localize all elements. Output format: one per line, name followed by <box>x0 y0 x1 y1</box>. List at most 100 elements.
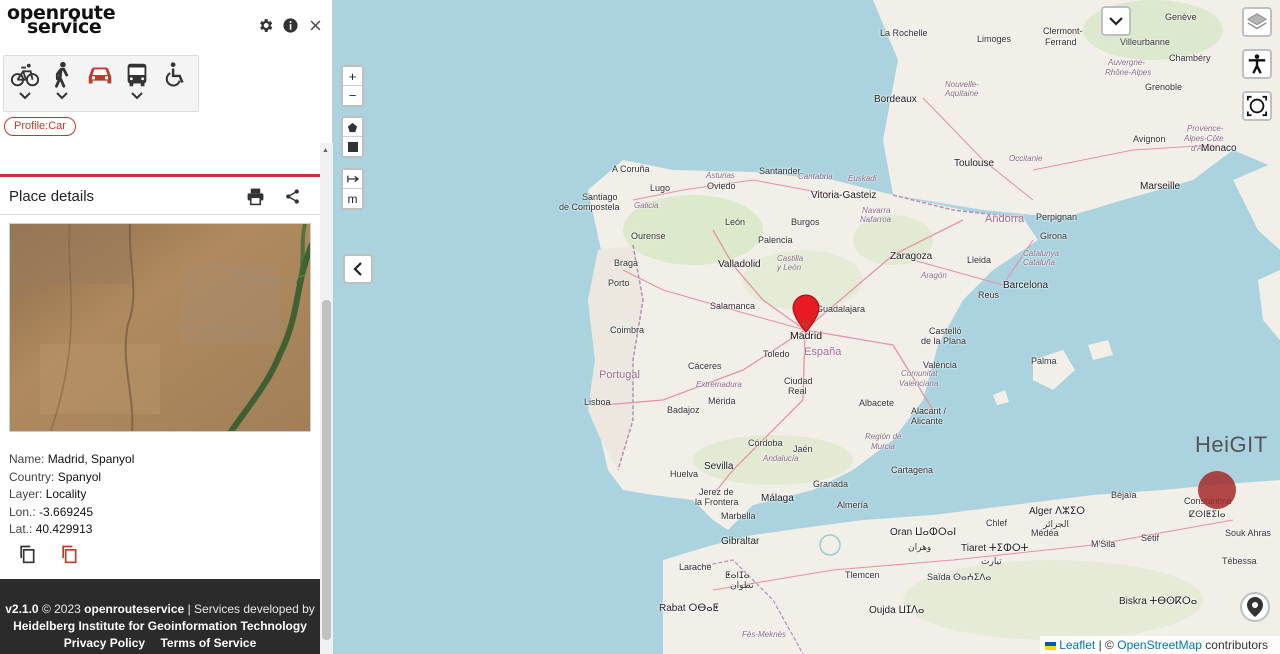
map-label: Santander <box>759 166 801 176</box>
map-label: Cartagena <box>891 465 934 475</box>
map-label: Cantabria <box>798 172 833 181</box>
privacy-link[interactable]: Privacy Policy <box>64 636 145 650</box>
app-logo[interactable]: openroute service <box>7 4 116 37</box>
map-label: Palencia <box>758 235 793 245</box>
map-label: Médéa <box>1031 528 1059 538</box>
map-label: Albacete <box>859 398 895 408</box>
print-icon[interactable] <box>246 187 265 206</box>
profile-wheelchair[interactable] <box>158 60 192 110</box>
map-label: Murcia <box>871 442 896 451</box>
osm-copyright: © <box>1105 638 1114 652</box>
map-label: Huelva <box>670 469 699 479</box>
map-label: Bordeaux <box>874 94 917 105</box>
profile-walk[interactable] <box>45 60 79 110</box>
fullscreen-button[interactable] <box>1242 91 1272 121</box>
map-label: La Rochelle <box>880 28 928 38</box>
map-label: Andorra <box>985 213 1025 225</box>
map-label: Rhône-Alpes <box>1105 68 1152 77</box>
measure-button[interactable] <box>343 170 362 189</box>
map-label: Jerez de <box>699 487 734 497</box>
layers-icon <box>1246 13 1268 30</box>
osm-contributors: contributors <box>1205 638 1268 652</box>
profile-chip[interactable]: Profile:Car <box>4 117 76 136</box>
map-label: Marseille <box>1140 181 1181 192</box>
zoom-out-button[interactable]: − <box>343 86 362 105</box>
map-label: Larache <box>679 562 712 572</box>
location-pin-icon <box>1247 597 1263 617</box>
map-label: Toledo <box>763 349 790 359</box>
satellite-image <box>9 223 311 432</box>
expand-panel-button[interactable] <box>1101 6 1131 36</box>
osm-link[interactable]: OpenStreetMap <box>1117 638 1202 652</box>
accessibility-icon <box>1248 54 1266 74</box>
pedestrian-icon <box>54 61 69 88</box>
gear-icon[interactable] <box>257 17 274 34</box>
map-label: Portugal <box>599 369 640 381</box>
footer-row-2: Heidelberg Institute for Geoinformation … <box>0 618 320 635</box>
map[interactable]: Genève La Rochelle Limoges Clermont- Fer… <box>333 0 1280 654</box>
footer-row-3: Privacy Policy Terms of Service <box>0 635 320 652</box>
map-label: Valladolid <box>718 259 761 270</box>
university-seal <box>1198 471 1236 509</box>
share-icon[interactable] <box>284 187 301 206</box>
collapse-sidebar-button[interactable] <box>343 254 373 284</box>
measure-unit[interactable]: m <box>343 189 362 208</box>
accessibility-button[interactable] <box>1242 49 1272 79</box>
zoom-in-button[interactable]: + <box>343 67 362 86</box>
terms-link[interactable]: Terms of Service <box>160 636 256 650</box>
map-label: Lugo <box>650 183 671 193</box>
map-label: Toulouse <box>954 158 995 169</box>
map-label: Perpignan <box>1036 212 1078 222</box>
map-label: Ferrand <box>1045 37 1077 47</box>
detail-name: Name: Madrid, Spanyol <box>9 452 135 466</box>
map-label: la Frontera <box>695 497 739 507</box>
map-label: Provence- <box>1187 124 1224 133</box>
heigit-logo: HeiGIT <box>1195 432 1268 457</box>
map-label: Ciudad <box>784 376 813 386</box>
map-label: تيارت <box>981 556 1002 566</box>
map-label: Navarra <box>862 206 891 215</box>
info-icon[interactable] <box>282 17 299 34</box>
draw-polygon-button[interactable] <box>343 118 362 137</box>
scroll-up-arrow[interactable]: ▲ <box>322 147 329 154</box>
copy-coordinates-icon[interactable] <box>59 544 79 564</box>
profile-bike[interactable] <box>8 60 42 110</box>
detail-layer: Layer: Locality <box>9 487 87 501</box>
measure-control: m <box>341 168 364 210</box>
draw-rectangle-button[interactable] <box>343 137 362 156</box>
map-label: ⵟⴰⵏⵊⴰ <box>725 570 750 580</box>
map-label: Nouvelle- <box>945 80 979 89</box>
my-location-button[interactable] <box>1240 592 1270 622</box>
institute-link[interactable]: Heidelberg Institute for Geoinformation … <box>13 619 307 633</box>
map-label: Tiaret ⵜⵉⵀⵔⵜ <box>961 543 1029 554</box>
footer-brand[interactable]: openrouteservice <box>84 602 184 616</box>
profile-selector <box>3 55 199 112</box>
map-label: Alicante <box>911 416 944 426</box>
leaflet-link[interactable]: Leaflet <box>1059 638 1095 652</box>
layers-button[interactable] <box>1242 7 1272 37</box>
map-label: Chlef <box>986 518 1008 528</box>
profile-bus[interactable] <box>120 60 154 110</box>
map-label: Valenciana <box>899 379 939 388</box>
close-icon[interactable] <box>307 17 324 34</box>
map-label: Saïda ⵙⴰⵄⵉⴷⴰ <box>927 572 992 582</box>
chevron-left-icon <box>353 262 362 276</box>
sidebar-header-actions <box>257 17 324 34</box>
chevron-down-icon <box>1109 17 1123 26</box>
map-label: Alacant / <box>911 406 947 416</box>
map-label: Zaragoza <box>890 251 933 262</box>
location-marker-icon[interactable] <box>792 294 820 334</box>
profile-car[interactable] <box>83 60 117 110</box>
map-label: Euskadi <box>848 174 877 183</box>
map-label: España <box>804 346 842 358</box>
map-label: Auvergne- <box>1108 58 1145 67</box>
scrollbar-thumb[interactable] <box>322 300 331 640</box>
copy-icon[interactable] <box>17 544 37 564</box>
fullscreen-icon <box>1246 95 1268 117</box>
ukraine-flag-icon <box>1045 641 1057 650</box>
place-details-fields: Name: Madrid, Spanyol Country: Spanyol L… <box>9 451 134 539</box>
map-label: Occitanie <box>1009 154 1043 163</box>
map-label: Girona <box>1040 231 1068 241</box>
map-label: Grenoble <box>1145 82 1183 92</box>
map-label: Gibraltar <box>721 536 760 547</box>
